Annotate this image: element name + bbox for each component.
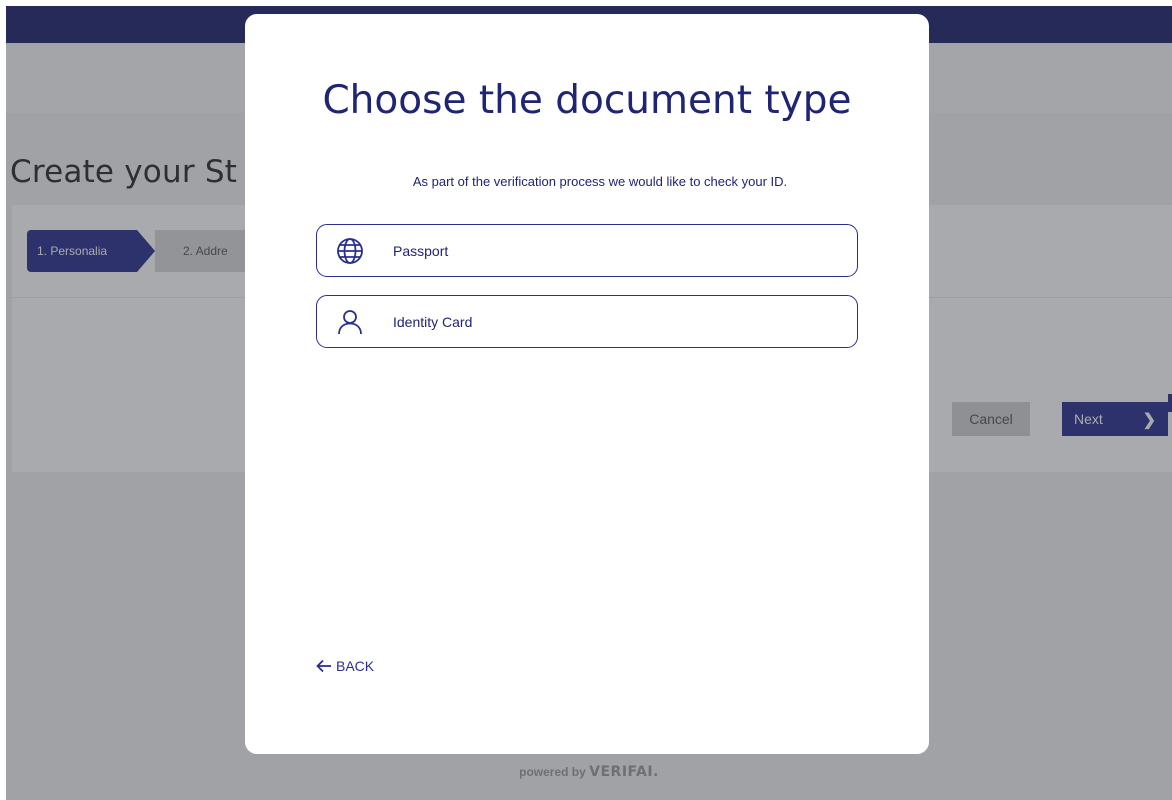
passport-option[interactable]: Passport [316, 224, 858, 277]
user-icon [333, 305, 367, 339]
modal-title: Choose the document type [322, 78, 852, 123]
modal-subtitle: As part of the verification process we w… [412, 174, 788, 189]
globe-icon [333, 234, 367, 268]
identity-card-option[interactable]: Identity Card [316, 295, 858, 348]
passport-label: Passport [393, 242, 449, 259]
arrow-left-icon [316, 659, 332, 673]
document-type-modal: Choose the document type As part of the … [245, 14, 929, 754]
back-button[interactable]: BACK [316, 658, 374, 674]
back-label: BACK [336, 658, 375, 674]
identity-card-label: Identity Card [393, 313, 473, 330]
